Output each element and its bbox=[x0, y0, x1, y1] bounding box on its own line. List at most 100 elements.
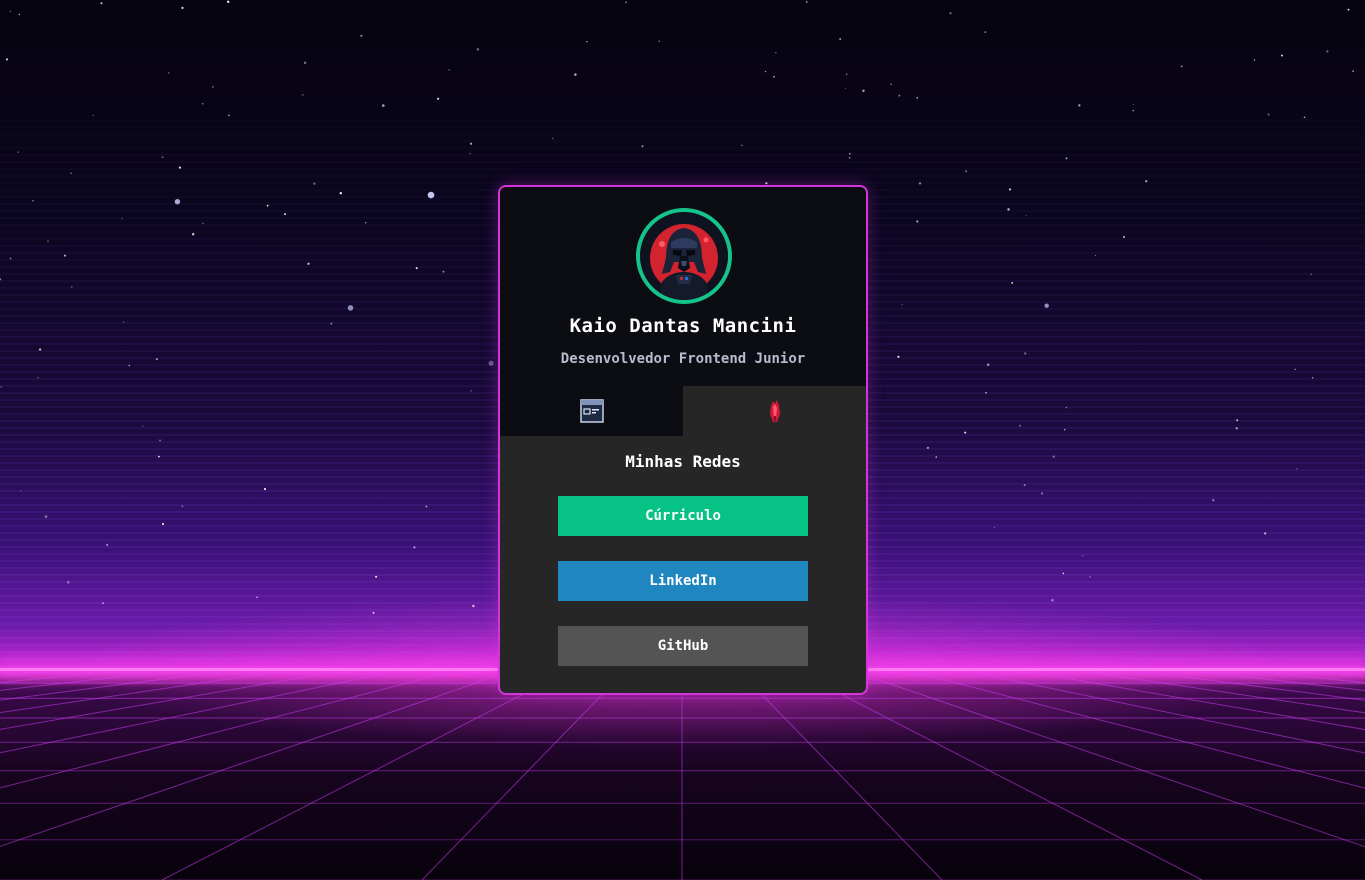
star bbox=[92, 114, 95, 117]
star bbox=[849, 153, 851, 155]
star bbox=[365, 222, 367, 224]
star bbox=[44, 515, 48, 518]
star bbox=[1347, 8, 1350, 11]
star bbox=[1011, 282, 1014, 284]
star bbox=[1062, 572, 1065, 575]
star bbox=[1311, 376, 1314, 379]
star bbox=[202, 222, 204, 225]
grid-line-vertical bbox=[0, 668, 133, 684]
star bbox=[1089, 576, 1091, 578]
grid-line-vertical bbox=[1121, 668, 1365, 701]
star bbox=[161, 156, 164, 159]
star bbox=[39, 348, 42, 351]
star bbox=[263, 487, 267, 491]
star bbox=[898, 94, 901, 97]
star bbox=[1023, 352, 1027, 355]
grid-line-vertical bbox=[1231, 668, 1365, 684]
star bbox=[845, 87, 847, 89]
star bbox=[862, 89, 865, 93]
star bbox=[347, 305, 354, 311]
star bbox=[848, 156, 851, 159]
star bbox=[624, 1, 627, 4]
star bbox=[70, 172, 72, 175]
star bbox=[993, 527, 995, 529]
star bbox=[574, 73, 577, 76]
grid-line-vertical bbox=[1286, 668, 1365, 677]
star bbox=[965, 170, 968, 173]
profile-card: Kaio Dantas Mancini Desenvolvedor Fronte… bbox=[498, 185, 868, 695]
star bbox=[472, 604, 475, 608]
star bbox=[1294, 368, 1296, 370]
grid-line-vertical bbox=[736, 668, 943, 880]
star bbox=[1082, 555, 1084, 557]
crystal-icon bbox=[769, 400, 780, 422]
star bbox=[1095, 254, 1097, 257]
star bbox=[17, 151, 19, 153]
darth-vader-avatar-icon bbox=[640, 212, 728, 300]
profile-avatar bbox=[636, 208, 732, 304]
star bbox=[212, 86, 214, 88]
star bbox=[227, 0, 230, 3]
star bbox=[1078, 104, 1081, 107]
star bbox=[1041, 492, 1044, 495]
tab-projects[interactable] bbox=[500, 386, 683, 436]
star bbox=[469, 153, 471, 155]
star bbox=[1212, 499, 1215, 502]
star bbox=[6, 58, 8, 61]
profile-name: Kaio Dantas Mancini bbox=[569, 315, 797, 337]
star bbox=[476, 48, 479, 51]
star bbox=[372, 612, 375, 614]
star bbox=[551, 137, 554, 140]
github-button[interactable]: GitHub bbox=[558, 626, 808, 666]
star bbox=[1044, 303, 1049, 308]
star bbox=[1180, 65, 1183, 68]
star bbox=[303, 61, 307, 64]
star bbox=[1064, 429, 1066, 431]
star bbox=[1051, 599, 1054, 602]
star bbox=[1007, 208, 1010, 211]
star bbox=[283, 213, 287, 216]
star bbox=[37, 377, 39, 379]
star bbox=[9, 257, 12, 260]
grid-line-vertical bbox=[421, 668, 628, 880]
star bbox=[916, 97, 919, 99]
star bbox=[1132, 109, 1135, 112]
star bbox=[64, 254, 66, 257]
star bbox=[47, 240, 49, 242]
star bbox=[256, 596, 258, 598]
profile-role: Desenvolvedor Frontend Junior bbox=[560, 351, 806, 367]
star bbox=[448, 69, 451, 71]
star bbox=[1025, 215, 1027, 217]
tab-social[interactable] bbox=[683, 386, 866, 436]
star bbox=[1253, 59, 1256, 61]
star bbox=[9, 10, 12, 12]
synthwave-background: Kaio Dantas Mancini Desenvolvedor Fronte… bbox=[0, 0, 1365, 880]
star bbox=[984, 31, 987, 33]
star bbox=[360, 34, 363, 37]
star bbox=[470, 390, 472, 392]
star bbox=[1065, 157, 1068, 160]
star bbox=[1326, 50, 1329, 53]
star bbox=[764, 70, 767, 73]
star bbox=[1296, 468, 1298, 470]
star bbox=[18, 13, 20, 16]
star bbox=[806, 1, 808, 3]
star bbox=[71, 286, 73, 288]
star bbox=[339, 192, 342, 195]
star bbox=[106, 543, 109, 546]
grid-line-vertical bbox=[1341, 668, 1365, 672]
star bbox=[181, 6, 184, 9]
grid-line-vertical bbox=[0, 668, 518, 847]
grid-line-vertical bbox=[956, 668, 1365, 754]
star bbox=[161, 522, 165, 526]
social-section-title: Minhas Redes bbox=[625, 452, 741, 471]
browser-window-icon bbox=[579, 399, 604, 423]
star bbox=[1352, 70, 1354, 72]
linkedin-button[interactable]: LinkedIn bbox=[558, 561, 808, 601]
star bbox=[901, 304, 903, 306]
star bbox=[202, 103, 204, 105]
resume-button[interactable]: Cúrriculo bbox=[558, 496, 808, 536]
grid-line-vertical bbox=[901, 668, 1365, 789]
grid-line-vertical bbox=[791, 668, 1203, 880]
star bbox=[382, 104, 385, 107]
